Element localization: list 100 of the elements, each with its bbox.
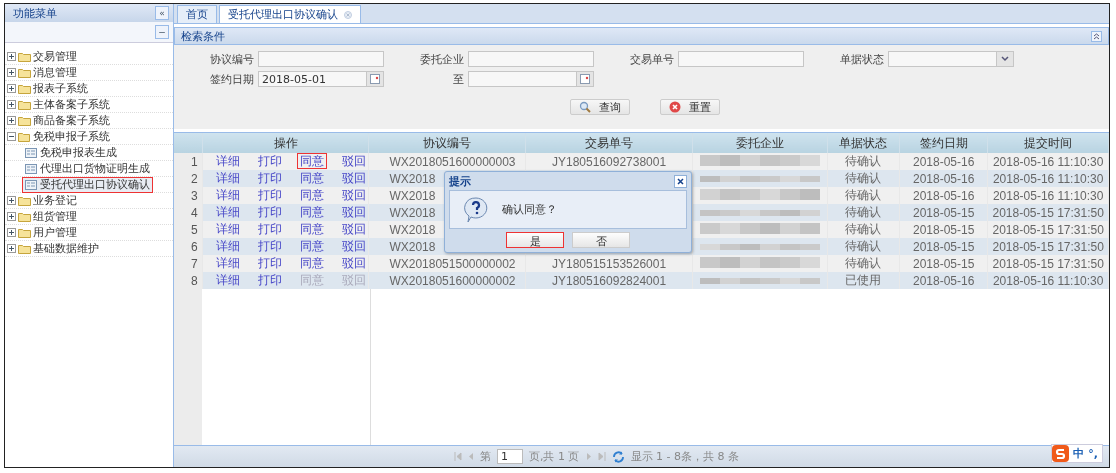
row-number: 5	[190, 222, 198, 237]
action-link[interactable]: 打印	[255, 256, 284, 270]
action-link[interactable]: 详细	[213, 154, 242, 168]
action-link[interactable]: 同意	[297, 256, 326, 270]
action-link[interactable]: 驳回	[339, 171, 368, 185]
menu-item[interactable]: 基础数据维护	[33, 241, 99, 256]
menu-item[interactable]: 用户管理	[33, 225, 77, 240]
ime-logo-icon[interactable]	[1052, 445, 1070, 462]
collapse-icon[interactable]	[7, 132, 16, 141]
action-link[interactable]: 详细	[213, 256, 242, 270]
field-label: 协议编号	[210, 51, 254, 67]
expand-icon[interactable]	[7, 228, 16, 237]
collapse-all-button[interactable]: −	[155, 25, 169, 39]
table-cell: 待确认	[845, 154, 882, 168]
menu-item[interactable]: 主体备案子系统	[33, 97, 110, 112]
menu-item[interactable]: 交易管理	[33, 49, 77, 64]
expand-icon[interactable]	[7, 196, 16, 205]
ime-punctuation[interactable]: °,	[1088, 447, 1098, 460]
expand-icon[interactable]	[7, 100, 16, 109]
table-cell: 2018-05-16	[912, 188, 975, 203]
expand-icon[interactable]	[7, 244, 16, 253]
expand-icon[interactable]	[7, 84, 16, 93]
tab[interactable]: 受托代理出口协议确认	[219, 5, 361, 23]
action-link[interactable]: 打印	[255, 205, 284, 219]
input-field[interactable]	[468, 51, 594, 67]
action-link[interactable]: 驳回	[339, 256, 368, 270]
table-cell: WX2018	[389, 239, 436, 254]
menu-item[interactable]: 免税申报子系统	[33, 129, 110, 144]
expand-icon[interactable]	[7, 52, 16, 61]
menu-item[interactable]: 组货管理	[33, 209, 77, 224]
dialog-button[interactable]: 否	[572, 232, 630, 248]
form-icon	[25, 179, 37, 190]
table-cell: WX2018051600000002	[389, 273, 516, 288]
column-header[interactable]: 操作	[273, 135, 298, 150]
action-link[interactable]: 详细	[213, 171, 242, 185]
tab[interactable]: 首页	[177, 5, 217, 23]
menu-item[interactable]: 商品备案子系统	[33, 113, 110, 128]
action-link[interactable]: 打印	[255, 154, 284, 168]
action-link[interactable]: 同意	[297, 171, 326, 185]
menu-item[interactable]: 免税申报表生成	[23, 145, 119, 160]
action-link[interactable]: 驳回	[339, 205, 368, 219]
action-link[interactable]: 驳回	[339, 222, 368, 236]
date-field[interactable]: 2018-05-01	[258, 71, 384, 87]
action-link[interactable]: 驳回	[339, 188, 368, 202]
action-link[interactable]: 同意	[297, 188, 326, 202]
input-field[interactable]	[678, 51, 804, 67]
table-cell: 2018-05-16	[912, 273, 975, 288]
row-number: 3	[190, 188, 198, 203]
page-label: 第	[480, 449, 491, 464]
action-link[interactable]: 同意	[297, 222, 326, 236]
table-cell: WX2018	[389, 171, 436, 186]
row-number: 2	[190, 171, 198, 186]
table-cell: 待确认	[845, 239, 882, 253]
select-field[interactable]	[888, 51, 1014, 67]
menu-item[interactable]: 受托代理出口协议确认	[23, 177, 152, 192]
search-button[interactable]: 查询	[570, 99, 630, 115]
collapse-icon[interactable]	[1091, 30, 1102, 42]
action-link[interactable]: 详细	[213, 205, 242, 219]
action-link[interactable]: 打印	[255, 171, 284, 185]
action-link[interactable]: 打印	[255, 273, 284, 287]
folder-icon	[18, 99, 31, 110]
collapse-sidebar-button[interactable]: «	[155, 6, 169, 20]
folder-icon	[18, 131, 31, 142]
date-field[interactable]	[468, 71, 594, 87]
action-link[interactable]: 驳回	[339, 239, 368, 253]
action-link[interactable]: 同意	[297, 205, 326, 219]
menu-item[interactable]: 业务登记	[33, 193, 77, 208]
field-label: 交易单号	[630, 51, 674, 67]
action-link[interactable]: 详细	[213, 188, 242, 202]
action-link[interactable]: 驳回	[339, 154, 368, 168]
expand-icon[interactable]	[7, 116, 16, 125]
table-cell: 待确认	[845, 256, 882, 270]
menu-item[interactable]: 报表子系统	[33, 81, 88, 96]
table-cell: JY180516092824001	[552, 273, 667, 288]
expand-icon[interactable]	[7, 68, 16, 77]
action-link[interactable]: 同意	[297, 154, 326, 168]
calendar-icon[interactable]	[580, 74, 590, 84]
action-link[interactable]: 详细	[213, 273, 242, 287]
close-button[interactable]	[674, 174, 687, 188]
action-link[interactable]: 同意	[297, 239, 326, 253]
ime-mode[interactable]: 中	[1073, 446, 1085, 461]
reset-button[interactable]: 重置	[660, 99, 720, 115]
input-field[interactable]	[258, 51, 384, 67]
action-link[interactable]: 打印	[255, 239, 284, 253]
dialog-button[interactable]: 是	[506, 232, 564, 248]
close-icon	[677, 177, 684, 185]
page-input[interactable]: 1	[497, 449, 523, 464]
menu-item[interactable]: 消息管理	[33, 65, 77, 80]
table-cell: WX2018051600000003	[389, 154, 516, 169]
field-label: 单据状态	[840, 51, 884, 67]
folder-icon	[18, 115, 31, 126]
menu-item[interactable]: 代理出口货物证明生成	[23, 161, 152, 176]
expand-icon[interactable]	[7, 212, 16, 221]
action-link[interactable]: 打印	[255, 188, 284, 202]
calendar-icon[interactable]	[370, 74, 380, 84]
refresh-icon[interactable]	[611, 450, 625, 463]
action-link[interactable]: 详细	[213, 222, 242, 236]
action-link[interactable]: 详细	[213, 239, 242, 253]
action-link[interactable]: 打印	[255, 222, 284, 236]
table-cell: 2018-05-15 17:31:50	[992, 222, 1104, 237]
